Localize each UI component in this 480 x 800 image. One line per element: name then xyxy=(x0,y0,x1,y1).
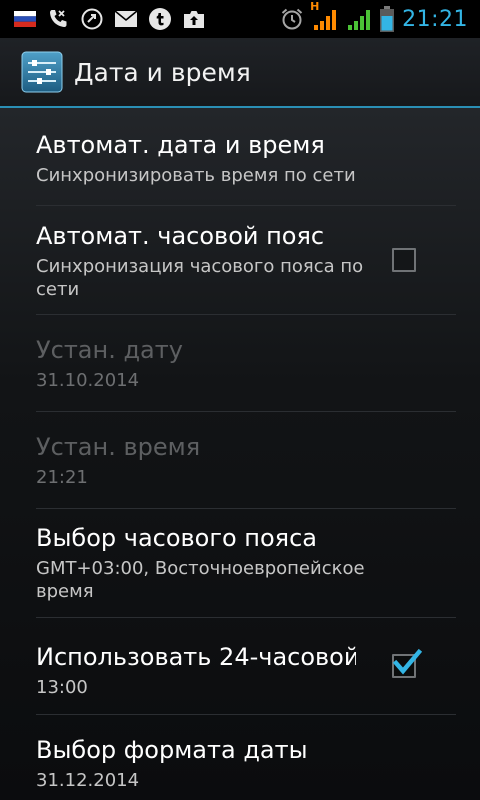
use-24h-title: Использовать 24-часовой формат xyxy=(36,643,356,671)
date-format-title: Выбор формата даты xyxy=(36,736,308,764)
sync-icon xyxy=(80,7,104,31)
date-format-summary: 31.12.2014 xyxy=(36,770,140,791)
system-icons: H 21:21 xyxy=(280,0,480,32)
use-24h-summary: 13:00 xyxy=(36,677,88,698)
alarm-icon xyxy=(280,7,304,31)
notification-icons xyxy=(0,7,206,31)
auto-timezone-summary: Синхронизация часового пояса по сети xyxy=(36,256,364,300)
use-24h-checkbox[interactable] xyxy=(392,648,422,678)
timezone-title: Выбор часового пояса xyxy=(36,524,317,552)
auto-timezone-checkbox[interactable] xyxy=(392,248,416,272)
use-24h-item[interactable]: Использовать 24-часовой формат 13:00 xyxy=(36,618,456,715)
missed-call-icon xyxy=(46,7,70,31)
auto-datetime-title: Автомат. дата и время xyxy=(36,131,325,159)
auto-datetime-summary: Синхронизировать время по сети xyxy=(36,165,356,186)
set-date-item: Устан. дату 31.10.2014 xyxy=(36,315,456,412)
set-date-summary: 31.10.2014 xyxy=(36,370,140,391)
hspa-signal-icon: H xyxy=(310,0,338,31)
email-icon xyxy=(114,10,138,28)
action-bar: Дата и время xyxy=(0,38,480,108)
set-date-title: Устан. дату xyxy=(36,336,183,364)
auto-timezone-item[interactable]: Автомат. часовой пояс Синхронизация часо… xyxy=(36,206,456,315)
page-title: Дата и время xyxy=(74,57,251,87)
timezone-summary: GMT+03:00, Восточноевропейское время xyxy=(36,558,365,602)
set-time-title: Устан. время xyxy=(36,433,201,461)
date-format-item[interactable]: Выбор формата даты 31.12.2014 xyxy=(36,715,456,800)
upload-icon xyxy=(182,8,206,30)
set-time-item: Устан. время 21:21 xyxy=(36,412,456,509)
status-clock: 21:21 xyxy=(402,6,468,32)
auto-timezone-title: Автомат. часовой пояс xyxy=(36,222,325,250)
auto-datetime-item[interactable]: Автомат. дата и время Синхронизировать в… xyxy=(36,108,456,206)
settings-sliders-icon[interactable] xyxy=(20,50,64,94)
network-type-label: H xyxy=(310,0,320,13)
russia-flag-icon xyxy=(14,11,36,27)
set-time-summary: 21:21 xyxy=(36,467,88,488)
settings-list: Автомат. дата и время Синхронизировать в… xyxy=(0,108,480,800)
timezone-item[interactable]: Выбор часового пояса GMT+03:00, Восточно… xyxy=(36,509,456,618)
signal-icon xyxy=(346,7,372,31)
tumblr-icon xyxy=(148,7,172,31)
checkmark-icon xyxy=(392,648,422,675)
battery-icon xyxy=(380,6,395,32)
status-bar: H 21:21 xyxy=(0,0,480,38)
